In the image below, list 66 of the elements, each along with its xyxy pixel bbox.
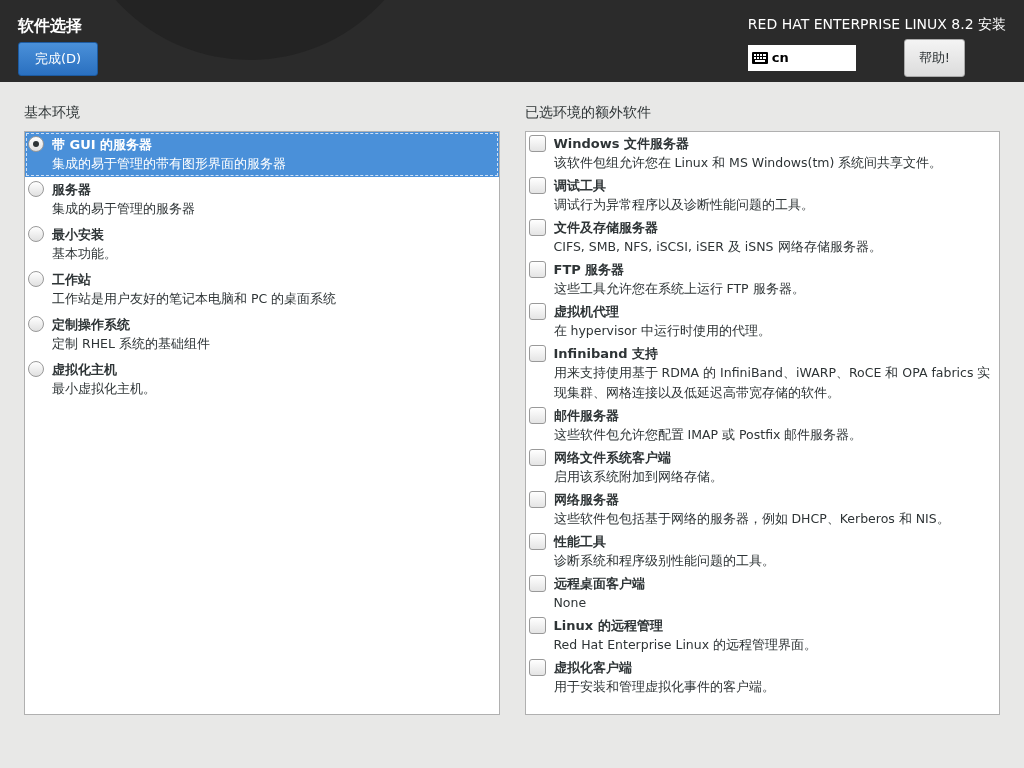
item-name: 定制操作系统	[52, 316, 131, 334]
item-name: 远程桌面客户端	[553, 575, 645, 593]
section-heading: 基本环境	[24, 103, 81, 122]
checkbox[interactable]	[528, 617, 546, 634]
radio-button[interactable]	[28, 136, 44, 152]
item-name: 邮件服务器	[553, 407, 620, 425]
item-description: 该软件包组允许您在 Linux 和 MS Windows(tm) 系统间共享文件。	[553, 154, 943, 172]
item-description: 诊断系统和程序级别性能问题的工具。	[553, 552, 775, 570]
item-name: 虚拟机代理	[553, 303, 620, 321]
radio-button[interactable]	[28, 361, 44, 377]
page-title: 软件选择	[18, 15, 83, 37]
radio-button[interactable]	[28, 226, 44, 242]
item-name: 带 GUI 的服务器	[52, 136, 154, 154]
item-description: 工作站是用户友好的笔记本电脑和 PC 的桌面系统	[52, 290, 337, 308]
item-description: 基本功能。	[52, 245, 117, 263]
checkbox[interactable]	[528, 491, 546, 508]
item-description: CIFS, SMB, NFS, iSCSI, iSER 及 iSNS 网络存储服务器。	[553, 238, 882, 256]
item-name: 虚拟化客户端	[553, 659, 633, 677]
help-button[interactable]: 帮助!	[903, 39, 966, 77]
item-name: FTP 服务器	[553, 261, 626, 279]
item-name: 最小安装	[52, 226, 105, 244]
checkbox[interactable]	[528, 303, 546, 320]
checkbox[interactable]	[528, 533, 546, 550]
checkbox[interactable]	[528, 177, 546, 194]
item-name: Windows 文件服务器	[553, 135, 691, 153]
item-name: 服务器	[52, 181, 92, 199]
item-description: 集成的易于管理的带有图形界面的服务器	[52, 155, 286, 173]
item-description: 调试行为异常程序以及诊断性能问题的工具。	[553, 196, 814, 214]
item-name: Linux 的远程管理	[553, 617, 664, 635]
checkbox[interactable]	[528, 449, 546, 466]
item-description: Red Hat Enterprise Linux 的远程管理界面。	[553, 636, 818, 654]
keyboard-icon	[751, 51, 768, 64]
product-title: RED HAT ENTERPRISE LINUX 8.2 安装	[747, 15, 1006, 34]
radio-button[interactable]	[28, 271, 44, 287]
checkbox[interactable]	[528, 219, 546, 236]
item-description: 这些软件包包括基于网络的服务器，例如 DHCP、Kerberos 和 NIS。	[553, 510, 950, 528]
checkbox[interactable]	[528, 345, 546, 362]
section-heading: 已选环境的额外软件	[524, 103, 652, 122]
item-description: None	[553, 594, 588, 612]
item-name: 网络服务器	[553, 491, 620, 509]
item-description: 这些工具允许您在系统上运行 FTP 服务器。	[553, 280, 805, 298]
radio-button[interactable]	[28, 181, 44, 197]
keyboard-layout-text: cn	[771, 49, 789, 67]
item-name: 虚拟化主机	[52, 361, 118, 379]
checkbox[interactable]	[528, 407, 546, 424]
item-name: Infiniband 支持	[553, 345, 660, 363]
item-description: 集成的易于管理的服务器	[52, 200, 195, 218]
item-name: 调试工具	[553, 177, 607, 195]
item-description: 最小虚拟化主机。	[52, 380, 156, 398]
checkbox[interactable]	[528, 261, 546, 278]
checkbox[interactable]	[528, 135, 546, 152]
item-description: 这些软件包允许您配置 IMAP 或 Postfix 邮件服务器。	[553, 426, 863, 444]
item-description: 在 hypervisor 中运行时使用的代理。	[553, 322, 771, 340]
item-description: 启用该系统附加到网络存储。	[553, 468, 723, 486]
radio-button[interactable]	[28, 316, 44, 332]
item-description: 用于安装和管理虚拟化事件的客户端。	[553, 678, 775, 696]
done-button[interactable]: 完成(D)	[18, 42, 99, 76]
item-description: 用来支持使用基于 RDMA 的 InfiniBand、iWARP、RoCE 和 OPA fabrics 实现集群、网格连接以及低延迟高带宽存储的软件。	[553, 364, 992, 402]
item-name: 工作站	[52, 271, 92, 289]
item-description: 定制 RHEL 系统的基础组件	[52, 335, 210, 353]
keyboard-layout-field[interactable]: cn	[747, 44, 856, 71]
checkbox[interactable]	[528, 575, 546, 592]
item-name: 网络文件系统客户端	[553, 449, 672, 467]
checkbox[interactable]	[528, 659, 546, 676]
item-name: 文件及存储服务器	[553, 219, 659, 237]
item-name: 性能工具	[553, 533, 607, 551]
